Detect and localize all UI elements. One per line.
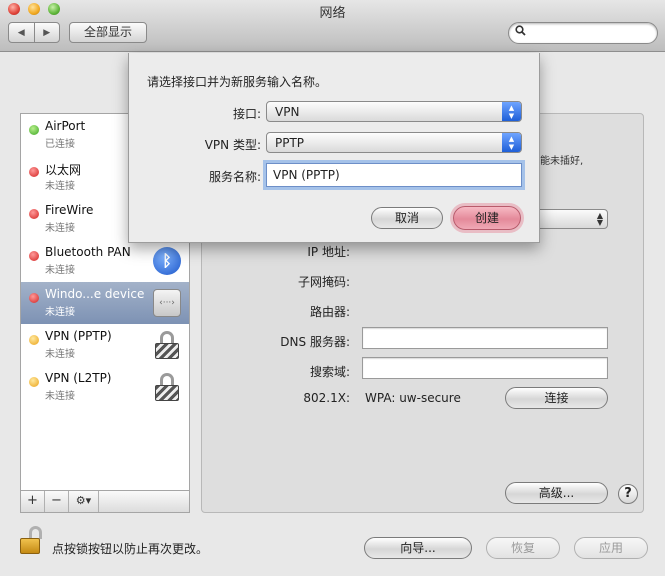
interface-label: 接口: [232,107,261,121]
interface-value: VPN [275,105,300,119]
ethernet-icon: ‹···› [153,289,181,317]
service-name: VPN (PPTP) [45,329,112,343]
gear-menu-button[interactable]: ⚙▾ [69,491,99,512]
service-name-label: 服务名称: [208,170,261,184]
service-name: Bluetooth PAN [45,245,131,259]
service-name-value: VPN (PPTP) [273,168,340,182]
service-name: VPN (L2TP) [45,371,112,385]
service-name: AirPort [45,119,86,133]
add-service-button[interactable]: + [21,491,45,512]
status-dot-icon [29,335,39,345]
configure-popup[interactable]: ▲ ▼ [530,209,608,229]
window-title: 网络 [319,6,346,21]
list-item[interactable]: Windo...e device 未连接 ‹···› [21,282,189,324]
create-button[interactable]: 创建 [453,206,521,230]
nav-button-group: ◀ ▶ [8,22,60,43]
padlock-icon[interactable] [20,526,44,556]
assist-me-button[interactable]: 向导... [364,537,472,559]
service-status: 未连接 [45,181,75,192]
show-all-button[interactable]: 全部显示 [69,22,147,43]
dot1x-label: 802.1X: [303,391,350,405]
service-name: FireWire [45,203,94,217]
status-dot-icon [29,167,39,177]
search-input[interactable] [508,22,658,44]
lock-hint-text: 点按锁按钮以防止再次更改。 [52,542,209,556]
window-titlebar: 网络 ◀ ▶ 全部显示 [0,0,665,52]
status-dot-icon [29,377,39,387]
lock-icon [153,331,181,359]
subnet-mask-label: 子网掩码: [297,275,350,289]
router-label: 路由器: [309,305,350,319]
list-item[interactable]: VPN (L2TP) 未连接 [21,366,189,408]
dot1x-value: WPA: uw-secure [365,391,461,405]
advanced-button[interactable]: 高级... [505,482,608,504]
search-domain-label: 搜索域: [309,365,350,379]
vpn-type-label: VPN 类型: [204,138,261,152]
search-domain-field[interactable] [362,357,608,379]
service-name: 以太网 [45,163,82,177]
service-status: 未连接 [45,307,75,318]
status-dot-icon [29,293,39,303]
dns-server-label: DNS 服务器: [280,335,350,349]
ip-address-label: IP 地址: [307,245,350,259]
remove-service-button[interactable]: − [45,491,69,512]
connect-button[interactable]: 连接 [505,387,608,409]
forward-button[interactable]: ▶ [33,23,60,42]
service-status: 已连接 [45,139,75,150]
service-name: Windo...e device [45,287,145,301]
status-text: 能未插好, [540,156,584,167]
list-item[interactable]: VPN (PPTP) 未连接 [21,324,189,366]
list-toolbar: + − ⚙▾ [20,491,190,513]
service-status: 未连接 [45,349,75,360]
lock-icon [153,373,181,401]
forward-arrow-icon: ▶ [43,27,51,38]
status-dot-icon [29,251,39,261]
cancel-button[interactable]: 取消 [371,207,443,229]
service-status: 未连接 [45,223,75,234]
list-item[interactable]: Bluetooth PAN 未连接 ᛒ [21,240,189,282]
service-status: 未连接 [45,265,75,276]
help-button[interactable]: ? [618,484,638,504]
new-service-sheet: 请选择接口并为新服务输入名称。 接口: VPN ▲ ▼ VPN 类型: PPTP … [128,53,540,243]
bluetooth-icon: ᛒ [153,247,181,275]
dns-server-field[interactable] [362,327,608,349]
revert-button[interactable]: 恢复 [486,537,560,559]
status-dot-icon [29,209,39,219]
chevron-updown-icon: ▲ ▼ [502,133,521,152]
interface-popup[interactable]: VPN ▲ ▼ [266,101,522,122]
apply-button[interactable]: 应用 [574,537,648,559]
back-arrow-icon: ◀ [17,27,25,38]
status-dot-icon [29,125,39,135]
service-name-input[interactable]: VPN (PPTP) [266,163,522,187]
chevron-updown-icon: ▲ ▼ [596,211,603,227]
vpn-type-value: PPTP [275,136,305,150]
back-button[interactable]: ◀ [9,23,34,42]
chevron-updown-icon: ▲ ▼ [502,102,521,121]
service-status: 未连接 [45,391,75,402]
sheet-prompt: 请选择接口并为新服务输入名称。 [147,75,328,89]
vpn-type-popup[interactable]: PPTP ▲ ▼ [266,132,522,153]
search-icon [515,25,526,39]
